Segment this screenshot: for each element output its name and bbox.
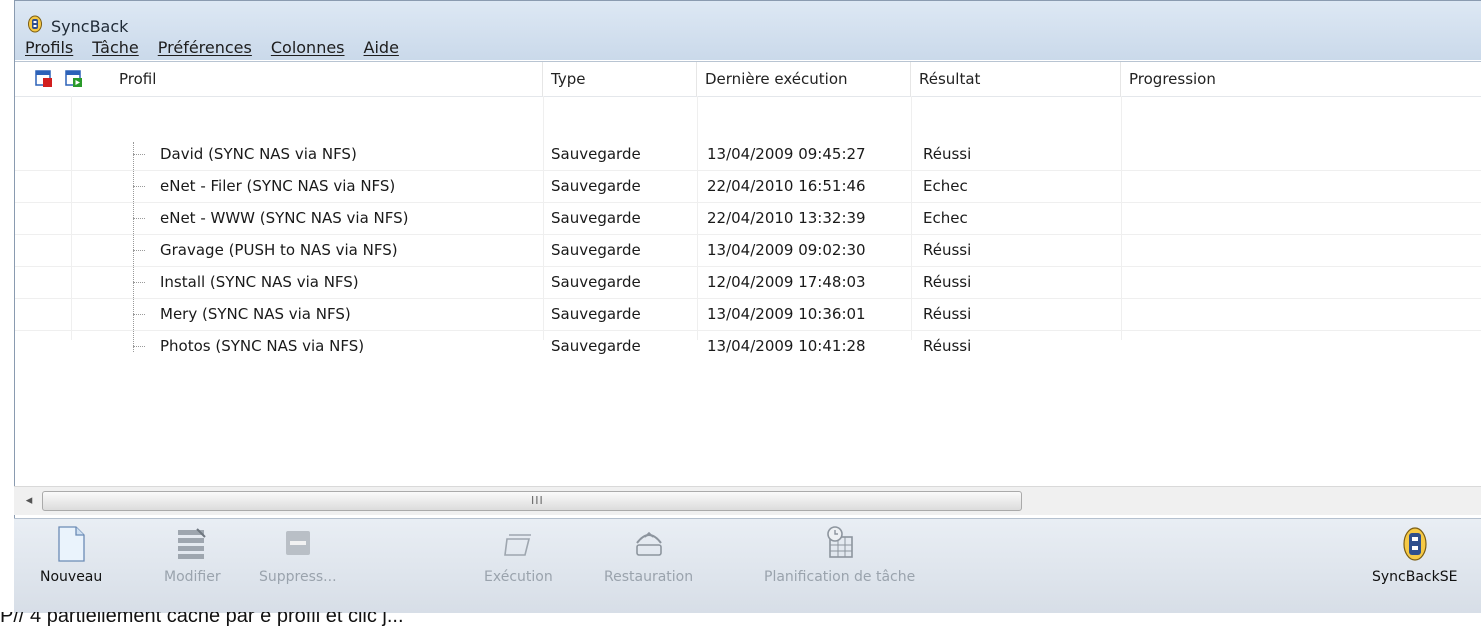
planification-button[interactable]: Planification de tâche: [764, 525, 915, 585]
cell-resultat: Réussi: [923, 337, 972, 355]
caption-text: P// 4 partiellement caché par é profil e…: [0, 612, 404, 627]
cell-resultat: Echec: [923, 177, 968, 195]
menu-colonnes[interactable]: Colonnes: [271, 38, 345, 57]
execution-button[interactable]: Exécution: [484, 525, 553, 585]
cell-resultat: Réussi: [923, 305, 972, 323]
cell-date: 13/04/2009 09:02:30: [707, 241, 866, 259]
cell-profil: eNet - Filer (SYNC NAS via NFS): [160, 177, 396, 195]
cell-type: Sauvegarde: [551, 145, 641, 163]
planification-label: Planification de tâche: [764, 569, 916, 585]
table-row[interactable]: Photos (SYNC NAS via NFS) Sauvegarde 13/…: [15, 330, 1481, 362]
cell-date: 13/04/2009 10:41:28: [707, 337, 866, 355]
tree-branch: [133, 218, 145, 219]
syncbackse-logo-icon: [1400, 525, 1430, 563]
cell-profil: Install (SYNC NAS via NFS): [160, 273, 359, 291]
cell-resultat: Echec: [923, 209, 968, 227]
syncbackse-button[interactable]: SyncBackSE: [1372, 525, 1457, 585]
table-row[interactable]: eNet - Filer (SYNC NAS via NFS) Sauvegar…: [15, 170, 1481, 203]
cell-date: 13/04/2009 09:45:27: [707, 145, 866, 163]
column-header-progression[interactable]: Progression: [1121, 62, 1481, 96]
cell-date: 12/04/2009 17:48:03: [707, 273, 866, 291]
window-title: SyncBack: [51, 16, 129, 36]
cell-profil: Photos (SYNC NAS via NFS): [160, 337, 365, 355]
tree-branch: [133, 346, 145, 347]
cell-type: Sauvegarde: [551, 209, 641, 227]
collapse-all-icon[interactable]: [35, 70, 53, 92]
delete-icon: [282, 525, 314, 563]
bottom-toolbar: Nouveau Modifier Suppress... Exécution R…: [14, 518, 1481, 613]
scroll-grip: III: [531, 494, 544, 507]
menu-preferences[interactable]: Préférences: [158, 38, 252, 57]
menu-profils[interactable]: Profils: [25, 38, 73, 57]
restore-icon: [631, 525, 667, 563]
cell-resultat: Réussi: [923, 241, 972, 259]
cell-profil: Gravage (PUSH to NAS via NFS): [160, 241, 398, 259]
tree-branch: [133, 154, 145, 155]
execution-label: Exécution: [484, 569, 553, 585]
column-header-type[interactable]: Type: [543, 62, 697, 96]
modifier-label: Modifier: [164, 569, 221, 585]
new-document-icon: [55, 525, 87, 563]
cell-type: Sauvegarde: [551, 177, 641, 195]
tree-branch: [133, 250, 145, 251]
cell-profil: Mery (SYNC NAS via NFS): [160, 305, 351, 323]
expand-all-icon[interactable]: [65, 70, 83, 92]
column-header-resultat[interactable]: Résultat: [911, 62, 1121, 96]
table-row[interactable]: Install (SYNC NAS via NFS) Sauvegarde 12…: [15, 266, 1481, 299]
tree-branch: [133, 282, 145, 283]
cell-type: Sauvegarde: [551, 273, 641, 291]
tree-branch: [133, 186, 145, 187]
column-header-derniere-execution[interactable]: Dernière exécution: [697, 62, 911, 96]
cell-type: Sauvegarde: [551, 241, 641, 259]
menu-aide[interactable]: Aide: [364, 38, 399, 57]
profile-list: Profil Type Dernière exécution Résultat …: [15, 61, 1481, 520]
modify-list-icon: [175, 525, 209, 563]
restauration-button[interactable]: Restauration: [604, 525, 693, 585]
cell-type: Sauvegarde: [551, 305, 641, 323]
cell-profil: David (SYNC NAS via NFS): [160, 145, 357, 163]
suppress-label: Suppress...: [259, 569, 337, 585]
cell-type: Sauvegarde: [551, 337, 641, 355]
cell-date: 13/04/2009 10:36:01: [707, 305, 866, 323]
run-icon: [501, 525, 535, 563]
table-row[interactable]: Mery (SYNC NAS via NFS) Sauvegarde 13/04…: [15, 298, 1481, 331]
suppress-button[interactable]: Suppress...: [259, 525, 337, 585]
table-row[interactable]: eNet - WWW (SYNC NAS via NFS) Sauvegarde…: [15, 202, 1481, 235]
scroll-left-arrow[interactable]: ◂: [20, 491, 38, 511]
title-bar: SyncBack Profils Tâche Préférences Colon…: [15, 1, 1481, 60]
cell-date: 22/04/2010 16:51:46: [707, 177, 866, 195]
syncbackse-label: SyncBackSE: [1372, 569, 1458, 585]
table-row[interactable]: Gravage (PUSH to NAS via NFS) Sauvegarde…: [15, 234, 1481, 267]
nouveau-label: Nouveau: [40, 569, 103, 585]
menu-bar: Profils Tâche Préférences Colonnes Aide: [15, 35, 418, 59]
cell-date: 22/04/2010 13:32:39: [707, 209, 866, 227]
table-row[interactable]: David (SYNC NAS via NFS) Sauvegarde 13/0…: [15, 138, 1481, 171]
modifier-button[interactable]: Modifier: [164, 525, 221, 585]
cell-resultat: Réussi: [923, 145, 972, 163]
column-header-row: Profil Type Dernière exécution Résultat …: [15, 62, 1481, 97]
syncback-app-icon: [27, 15, 43, 37]
schedule-icon: [822, 525, 858, 563]
scroll-thumb[interactable]: III: [42, 491, 1022, 511]
restauration-label: Restauration: [604, 569, 694, 585]
menu-tache[interactable]: Tâche: [92, 38, 139, 57]
tree-branch: [133, 314, 145, 315]
column-header-profil[interactable]: Profil: [111, 62, 543, 96]
cell-resultat: Réussi: [923, 273, 972, 291]
cell-profil: eNet - WWW (SYNC NAS via NFS): [160, 209, 409, 227]
horizontal-scrollbar[interactable]: ◂ III: [14, 486, 1481, 515]
nouveau-button[interactable]: Nouveau: [40, 525, 102, 585]
